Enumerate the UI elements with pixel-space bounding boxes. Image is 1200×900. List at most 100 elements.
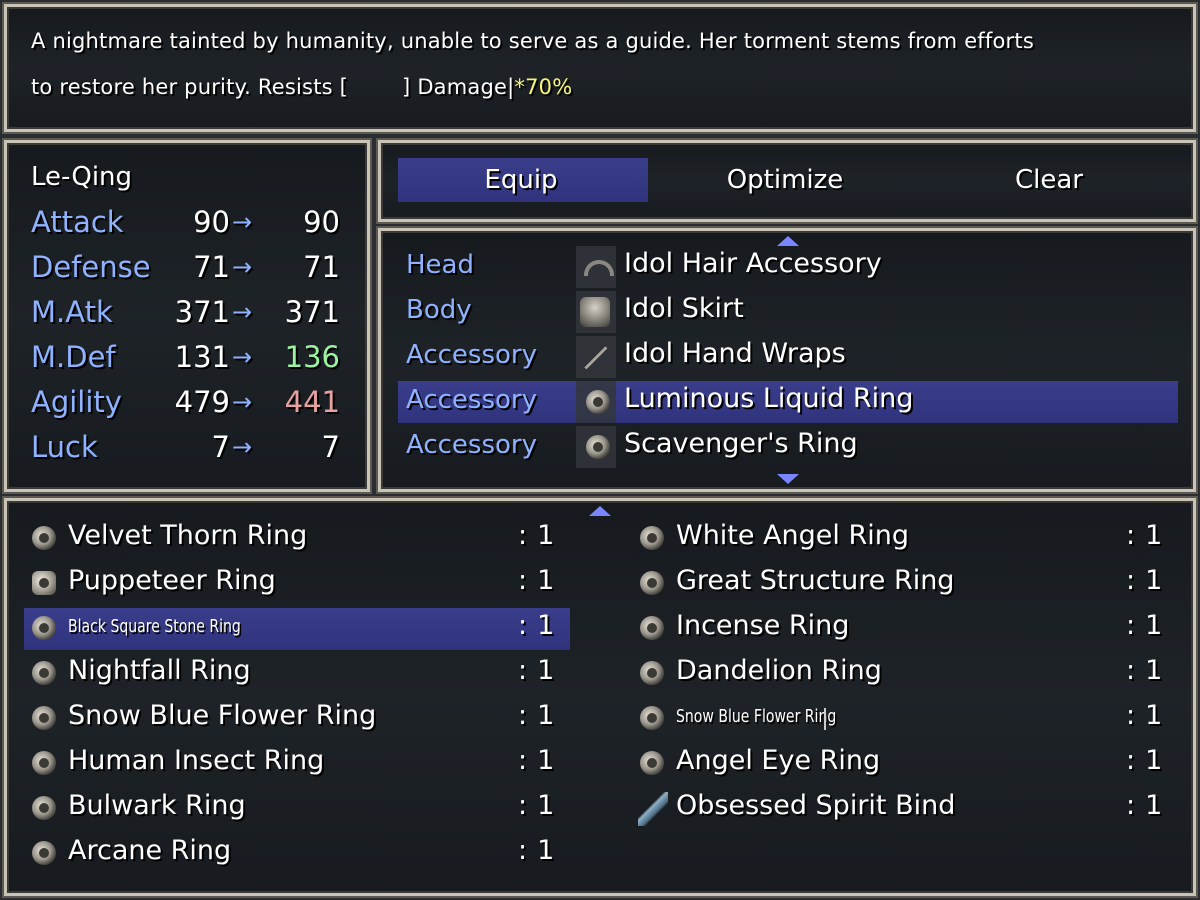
ring-icon bbox=[640, 751, 664, 775]
equipment-slot-body[interactable]: Body Idol Skirt bbox=[398, 291, 1178, 333]
stat-label-attack: Attack bbox=[31, 205, 124, 239]
item-count: :1 bbox=[1126, 790, 1162, 821]
equipment-slot-accessory[interactable]: Accessory Scavenger's Ring bbox=[398, 426, 1178, 468]
item-list-entry[interactable]: Great Structure Ring :1 bbox=[632, 563, 1176, 605]
help-line-2-mid: ] Damage| bbox=[402, 75, 515, 99]
slot-scroll-down-icon[interactable] bbox=[777, 474, 799, 484]
item-count: :1 bbox=[518, 835, 554, 866]
count-separator: : bbox=[518, 565, 528, 596]
item-name: Nightfall Ring bbox=[68, 655, 251, 686]
item-list-entry[interactable]: Nightfall Ring :1 bbox=[24, 653, 570, 695]
item-count: :1 bbox=[518, 520, 554, 551]
count-value: 1 bbox=[537, 745, 555, 776]
stat-current-value: 131 bbox=[174, 340, 230, 374]
item-list-entry[interactable]: Incense Ring:1 bbox=[632, 608, 1176, 650]
stat-new-value: 136 bbox=[284, 340, 340, 374]
stat-new-value: 90 bbox=[303, 205, 340, 239]
slot-type-label: Accessory bbox=[406, 385, 537, 415]
item-count: :1 bbox=[518, 655, 554, 686]
equipment-slot-accessory[interactable]: Accessory Idol Hand Wraps bbox=[398, 336, 1178, 378]
slot-scroll-up-icon[interactable] bbox=[777, 236, 799, 246]
item-name: Bulwark Ring bbox=[68, 790, 246, 821]
count-value: 1 bbox=[1145, 520, 1163, 551]
slot-type-label: Body bbox=[406, 295, 472, 325]
equip-command[interactable]: Equip bbox=[396, 162, 646, 198]
count-value: 1 bbox=[537, 835, 555, 866]
item-list-entry[interactable]: Obsessed Spirit Bind:1 bbox=[632, 788, 1176, 830]
item-count: :1 bbox=[1126, 745, 1162, 776]
stat-current-value: 479 bbox=[174, 385, 230, 419]
item-name: Velvet Thorn Ring bbox=[68, 520, 308, 551]
resist-value: *70% bbox=[514, 75, 573, 99]
item-name: Arcane Ring bbox=[68, 835, 232, 866]
ring-icon bbox=[640, 706, 664, 730]
item-list-entry[interactable]: Arcane Ring:1 bbox=[24, 833, 570, 875]
arrow-right-icon: → bbox=[232, 343, 253, 371]
ring-icon bbox=[32, 706, 56, 730]
item-count: :1 bbox=[518, 700, 554, 731]
item-count: :1 bbox=[518, 790, 554, 821]
armor-icon bbox=[580, 297, 610, 327]
item-list-entry[interactable]: Angel Eye Ring :1 bbox=[632, 743, 1176, 785]
slot-item-name: Idol Skirt bbox=[624, 293, 744, 324]
ring-icon bbox=[640, 616, 664, 640]
item-list-entry[interactable]: Snow Blue Flower Ring :1 bbox=[24, 698, 570, 740]
count-separator: : bbox=[1126, 520, 1136, 551]
stat-new-value: 71 bbox=[303, 250, 340, 284]
item-count: :1 bbox=[518, 745, 554, 776]
item-list-entry[interactable]: Bulwark Ring :1 bbox=[24, 788, 570, 830]
arrow-right-icon: → bbox=[232, 298, 253, 326]
text-cursor bbox=[824, 708, 826, 730]
count-separator: : bbox=[1126, 745, 1136, 776]
count-value: 1 bbox=[537, 655, 555, 686]
stat-current-value: 7 bbox=[211, 430, 230, 464]
slot-item-name: Luminous Liquid Ring bbox=[624, 383, 914, 414]
arrow-right-icon: → bbox=[232, 253, 253, 281]
arrow-right-icon: → bbox=[232, 208, 253, 236]
stat-new-value: 371 bbox=[284, 295, 340, 329]
item-list-entry[interactable]: Puppeteer Ring:1 bbox=[24, 563, 570, 605]
count-separator: : bbox=[1126, 610, 1136, 641]
count-value: 1 bbox=[1145, 655, 1163, 686]
item-list-entry[interactable]: White Angel Ring:1 bbox=[632, 518, 1176, 560]
optimize-command[interactable]: Optimize bbox=[660, 162, 910, 198]
equipment-slot-accessory[interactable]: Accessory Luminous Liquid Ring bbox=[398, 381, 1178, 423]
count-separator: : bbox=[518, 835, 528, 866]
ring-icon bbox=[32, 616, 56, 640]
stat-label-luck: Luck bbox=[31, 430, 98, 464]
slot-item-name: Scavenger's Ring bbox=[624, 428, 858, 459]
item-scroll-up-icon[interactable] bbox=[589, 506, 611, 516]
item-list-entry[interactable]: Snow Blue Flower Ring :1 bbox=[632, 698, 1176, 740]
stat-current-value: 71 bbox=[193, 250, 230, 284]
item-count: :1 bbox=[518, 610, 554, 641]
item-count: :1 bbox=[1126, 700, 1162, 731]
ring-icon bbox=[32, 796, 56, 820]
item-list-entry[interactable]: Dandelion Ring :1 bbox=[632, 653, 1176, 695]
count-separator: : bbox=[518, 790, 528, 821]
stat-label-mdef: M.Def bbox=[31, 340, 116, 374]
help-line-1: A nightmare tainted by humanity, unable … bbox=[31, 29, 1034, 53]
item-list-entry[interactable]: Velvet Thorn Ring :1 bbox=[24, 518, 570, 560]
slot-item-name: Idol Hair Accessory bbox=[624, 248, 882, 279]
count-separator: : bbox=[1126, 700, 1136, 731]
item-name: Great Structure Ring bbox=[676, 565, 955, 596]
spirit-bind-icon bbox=[638, 792, 668, 826]
item-name: Snow Blue Flower Ring bbox=[68, 700, 377, 731]
item-name: Dandelion Ring bbox=[676, 655, 882, 686]
item-count: :1 bbox=[1126, 565, 1162, 596]
item-list-entry[interactable]: Human Insect Ring:1 bbox=[24, 743, 570, 785]
clear-command[interactable]: Clear bbox=[924, 162, 1174, 198]
item-list-entry[interactable]: Black Square Stone Ring:1 bbox=[24, 608, 570, 650]
stat-current-value: 371 bbox=[174, 295, 230, 329]
slot-type-label: Accessory bbox=[406, 430, 537, 460]
help-line-2: to restore her purity. Resists [] Damage… bbox=[31, 75, 572, 99]
ring-icon bbox=[640, 571, 664, 595]
item-count: :1 bbox=[1126, 520, 1162, 551]
item-name: Angel Eye Ring bbox=[676, 745, 881, 776]
item-count: :1 bbox=[1126, 655, 1162, 686]
stat-new-value: 7 bbox=[321, 430, 340, 464]
count-separator: : bbox=[1126, 565, 1136, 596]
item-name: Snow Blue Flower Ring bbox=[676, 706, 837, 727]
equipment-slot-head[interactable]: Head Idol Hair Accessory bbox=[398, 246, 1178, 288]
character-name: Le-Qing bbox=[31, 162, 133, 192]
